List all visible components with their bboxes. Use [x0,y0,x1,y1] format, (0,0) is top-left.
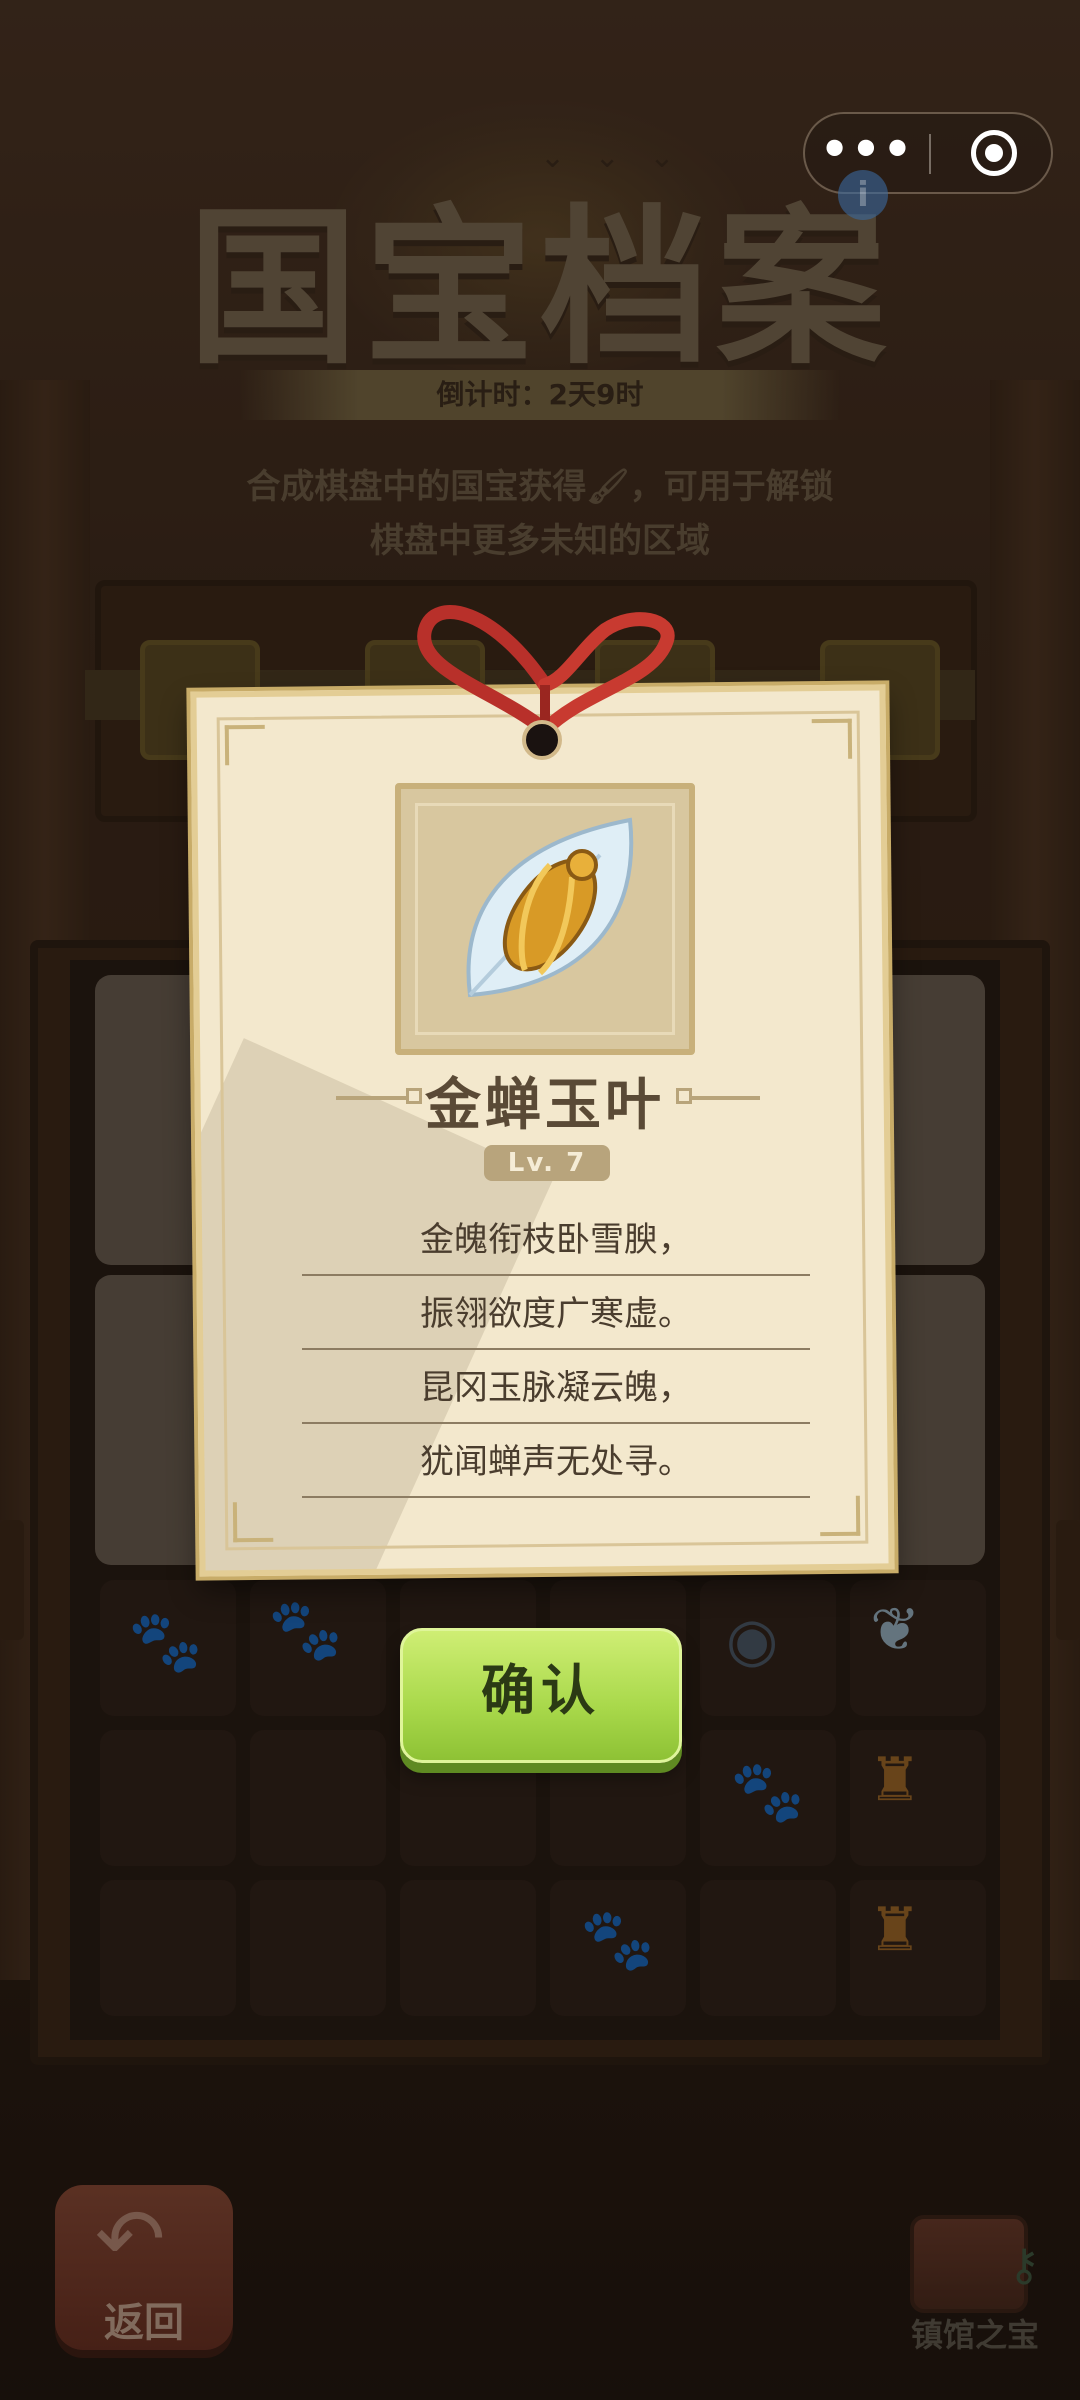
cicada-leaf-icon [466,817,634,998]
poem-line-4: 犹闻蝉声无处寻。 [302,1432,810,1498]
card-hole [522,720,562,760]
name-ornament-right [690,1096,760,1100]
poem-line-1: 金魄衔枝卧雪腴， [302,1210,810,1276]
corner-ornament [224,724,266,766]
corner-ornament [232,1501,274,1543]
confirm-button[interactable]: 确认 [400,1628,682,1763]
confirm-label: 确认 [481,1659,601,1722]
level-badge: Lv. 7 [484,1145,610,1181]
info-icon[interactable]: i [838,170,888,220]
corner-ornament [811,718,853,760]
poem-line-3: 昆冈玉脉凝云魄， [302,1358,810,1424]
poem-line-2: 振翎欲度广寒虚。 [302,1284,810,1350]
capsule-divider [929,134,931,174]
corner-ornament [819,1495,861,1537]
target-icon[interactable] [971,130,1017,176]
